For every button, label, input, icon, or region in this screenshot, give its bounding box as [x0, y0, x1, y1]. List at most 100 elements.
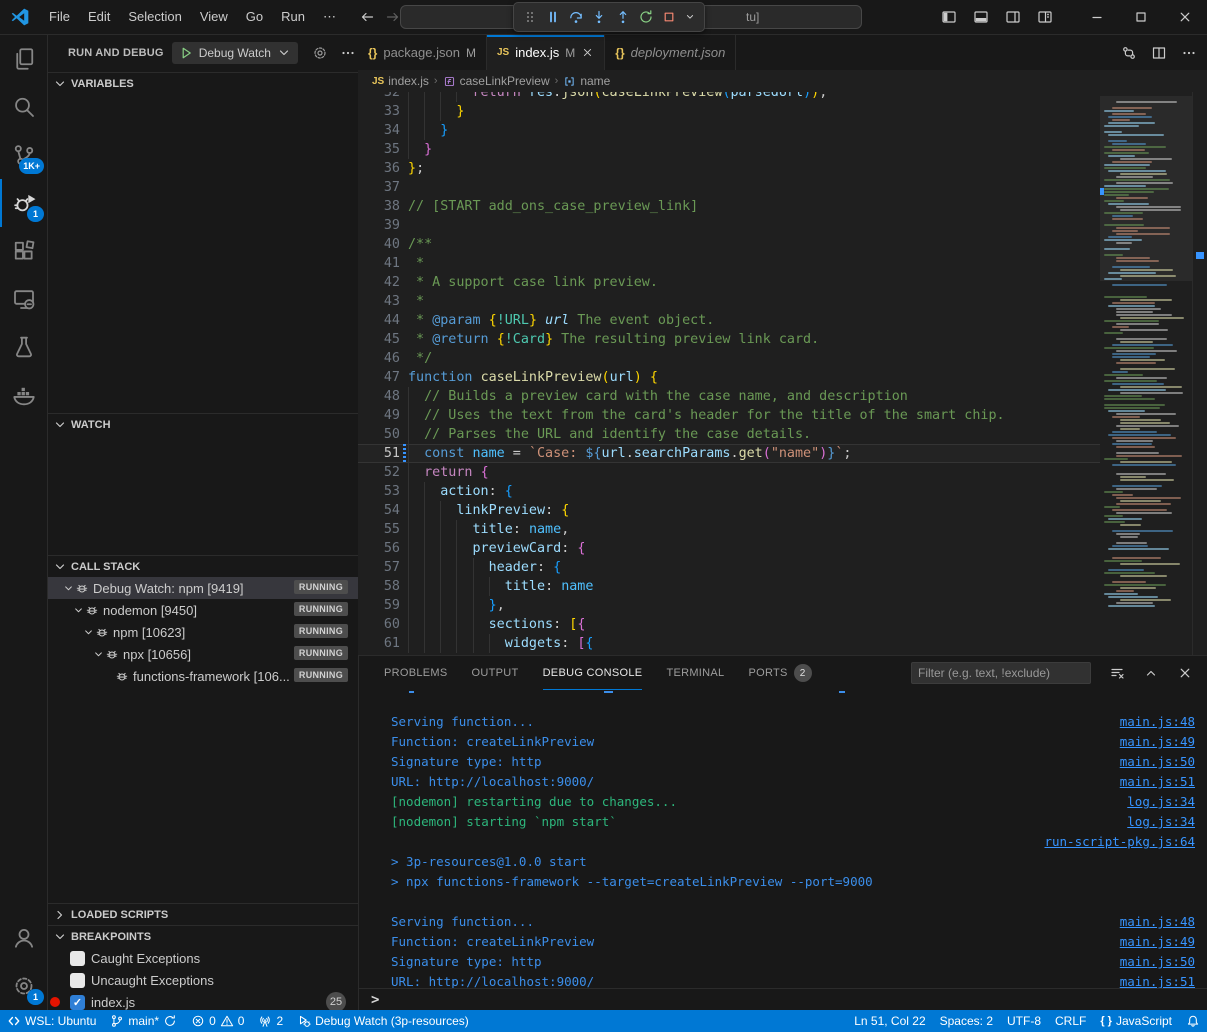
- line-number[interactable]: 61: [358, 634, 400, 653]
- source-link[interactable]: main.js:49: [1120, 932, 1207, 952]
- call-stack-row[interactable]: npx [10656]RUNNING: [48, 643, 358, 665]
- call-stack-row[interactable]: Debug Watch: npm [9419]RUNNING: [48, 577, 358, 599]
- panel-tab-problems[interactable]: PROBLEMS: [384, 656, 448, 690]
- breadcrumb-item-caseLinkPreview[interactable]: caseLinkPreview: [443, 74, 550, 88]
- line-number[interactable]: 56: [358, 539, 400, 558]
- code-line-36[interactable]: 36};: [358, 159, 1100, 178]
- step-out-icon[interactable]: [615, 9, 631, 25]
- line-number[interactable]: 47: [358, 368, 400, 387]
- minimap[interactable]: [1100, 92, 1192, 655]
- line-number[interactable]: 39: [358, 216, 400, 235]
- activity-source-control[interactable]: 1K+: [0, 131, 48, 179]
- step-over-icon[interactable]: [568, 9, 584, 25]
- code-editor[interactable]: 32 return res.json(caseLinkPreview(parse…: [358, 92, 1100, 655]
- code-line-57[interactable]: 57 header: {: [358, 558, 1100, 577]
- code-line-52[interactable]: 52 return {: [358, 463, 1100, 482]
- layout-panel-icon[interactable]: [973, 9, 989, 25]
- code-line-56[interactable]: 56 previewCard: {: [358, 539, 1100, 558]
- line-number[interactable]: 51: [358, 444, 400, 463]
- status-forwarded-ports[interactable]: 2: [251, 1010, 290, 1032]
- activity-remote-explorer[interactable]: [0, 275, 48, 323]
- stop-icon[interactable]: [661, 9, 677, 25]
- chevron-down-icon[interactable]: [684, 11, 696, 23]
- source-link[interactable]: main.js:51: [1120, 972, 1207, 988]
- open-changes-icon[interactable]: [1121, 45, 1137, 61]
- breakpoint-checkbox[interactable]: ✓: [70, 995, 85, 1010]
- gripper-icon[interactable]: [522, 9, 538, 25]
- breakpoint-checkbox[interactable]: [70, 951, 85, 966]
- line-number[interactable]: 58: [358, 577, 400, 596]
- breakpoint-row[interactable]: Uncaught Exceptions: [48, 969, 358, 991]
- source-link[interactable]: log.js:34: [1127, 792, 1207, 812]
- call-stack-row[interactable]: functions-framework [106...RUNNING: [48, 665, 358, 687]
- code-line-38[interactable]: 38// [START add_ons_case_preview_link]: [358, 197, 1100, 216]
- code-line-41[interactable]: 41 *: [358, 254, 1100, 273]
- line-number[interactable]: 45: [358, 330, 400, 349]
- layout-secondary-icon[interactable]: [1005, 9, 1021, 25]
- line-number[interactable]: 54: [358, 501, 400, 520]
- line-number[interactable]: 50: [358, 425, 400, 444]
- breadcrumb-item-index.js[interactable]: JSindex.js: [372, 74, 429, 88]
- activity-extensions[interactable]: [0, 227, 48, 275]
- status-debug-status[interactable]: Debug Watch (3p-resources): [290, 1010, 476, 1032]
- minimize-button[interactable]: [1075, 0, 1119, 34]
- line-number[interactable]: 34: [358, 121, 400, 140]
- restart-icon[interactable]: [638, 9, 654, 25]
- menu-selection[interactable]: Selection: [119, 5, 190, 29]
- code-line-34[interactable]: 34 }: [358, 121, 1100, 140]
- tab-deployment.json[interactable]: {}deployment.json: [605, 35, 736, 70]
- code-line-60[interactable]: 60 sections: [{: [358, 615, 1100, 634]
- line-number[interactable]: 40: [358, 235, 400, 254]
- status-indentation[interactable]: Spaces: 2: [933, 1010, 1000, 1032]
- line-number[interactable]: 44: [358, 311, 400, 330]
- console-filter-input[interactable]: [911, 662, 1091, 684]
- section-watch[interactable]: WATCH: [48, 413, 358, 435]
- code-line-51[interactable]: 51 const name = `Case: ${url.searchParam…: [358, 444, 1100, 463]
- code-line-55[interactable]: 55 title: name,: [358, 520, 1100, 539]
- menu-file[interactable]: File: [40, 5, 79, 29]
- back-arrow-icon[interactable]: [359, 9, 375, 25]
- source-link[interactable]: main.js:51: [1120, 772, 1207, 792]
- status-problems[interactable]: 00: [184, 1010, 251, 1032]
- status-encoding[interactable]: UTF-8: [1000, 1010, 1048, 1032]
- section-breakpoints[interactable]: BREAKPOINTS: [48, 925, 358, 947]
- line-number[interactable]: 36: [358, 159, 400, 178]
- status-notifications[interactable]: [1179, 1010, 1207, 1032]
- code-line-32[interactable]: 32 return res.json(caseLinkPreview(parse…: [358, 92, 1100, 102]
- overview-ruler[interactable]: [1192, 92, 1207, 655]
- code-line-40[interactable]: 40/**: [358, 235, 1100, 254]
- layout-sidebar-icon[interactable]: [941, 9, 957, 25]
- close-button[interactable]: [1163, 0, 1207, 34]
- menu-view[interactable]: View: [191, 5, 237, 29]
- maximize-button[interactable]: [1119, 0, 1163, 34]
- breadcrumb-item-name[interactable]: name: [563, 74, 610, 88]
- split-editor-icon[interactable]: [1151, 45, 1167, 61]
- activity-testing[interactable]: [0, 323, 48, 371]
- section-call-stack[interactable]: CALL STACK: [48, 555, 358, 577]
- menu-edit[interactable]: Edit: [79, 5, 119, 29]
- code-line-48[interactable]: 48 // Builds a preview card with the cas…: [358, 387, 1100, 406]
- tab-package.json[interactable]: {}package.jsonM: [358, 35, 487, 70]
- filter-clear-icon[interactable]: [1109, 665, 1125, 681]
- breakpoint-row[interactable]: Caught Exceptions: [48, 947, 358, 969]
- section-variables[interactable]: VARIABLES: [48, 72, 358, 94]
- activity-settings[interactable]: 1: [0, 962, 48, 1010]
- source-link[interactable]: main.js:50: [1120, 952, 1207, 972]
- more-icon[interactable]: [340, 45, 356, 61]
- close-icon[interactable]: [581, 46, 594, 59]
- code-line-33[interactable]: 33 }: [358, 102, 1100, 121]
- code-line-58[interactable]: 58 title: name: [358, 577, 1100, 596]
- code-line-46[interactable]: 46 */: [358, 349, 1100, 368]
- status-cursor-position[interactable]: Ln 51, Col 22: [847, 1010, 932, 1032]
- debug-console[interactable]: Serving function...main.js:48Function: c…: [359, 691, 1207, 988]
- code-line-59[interactable]: 59 },: [358, 596, 1100, 615]
- line-number[interactable]: 46: [358, 349, 400, 368]
- code-line-44[interactable]: 44 * @param {!URL} url The event object.: [358, 311, 1100, 330]
- launch-config-dropdown[interactable]: Debug Watch: [172, 42, 298, 64]
- gear-icon[interactable]: [312, 45, 328, 61]
- line-number[interactable]: 35: [358, 140, 400, 159]
- activity-explorer[interactable]: [0, 35, 48, 83]
- line-number[interactable]: 32: [358, 92, 400, 102]
- menu-go[interactable]: Go: [237, 5, 272, 29]
- source-link[interactable]: run-script-pkg.js:64: [1044, 832, 1207, 852]
